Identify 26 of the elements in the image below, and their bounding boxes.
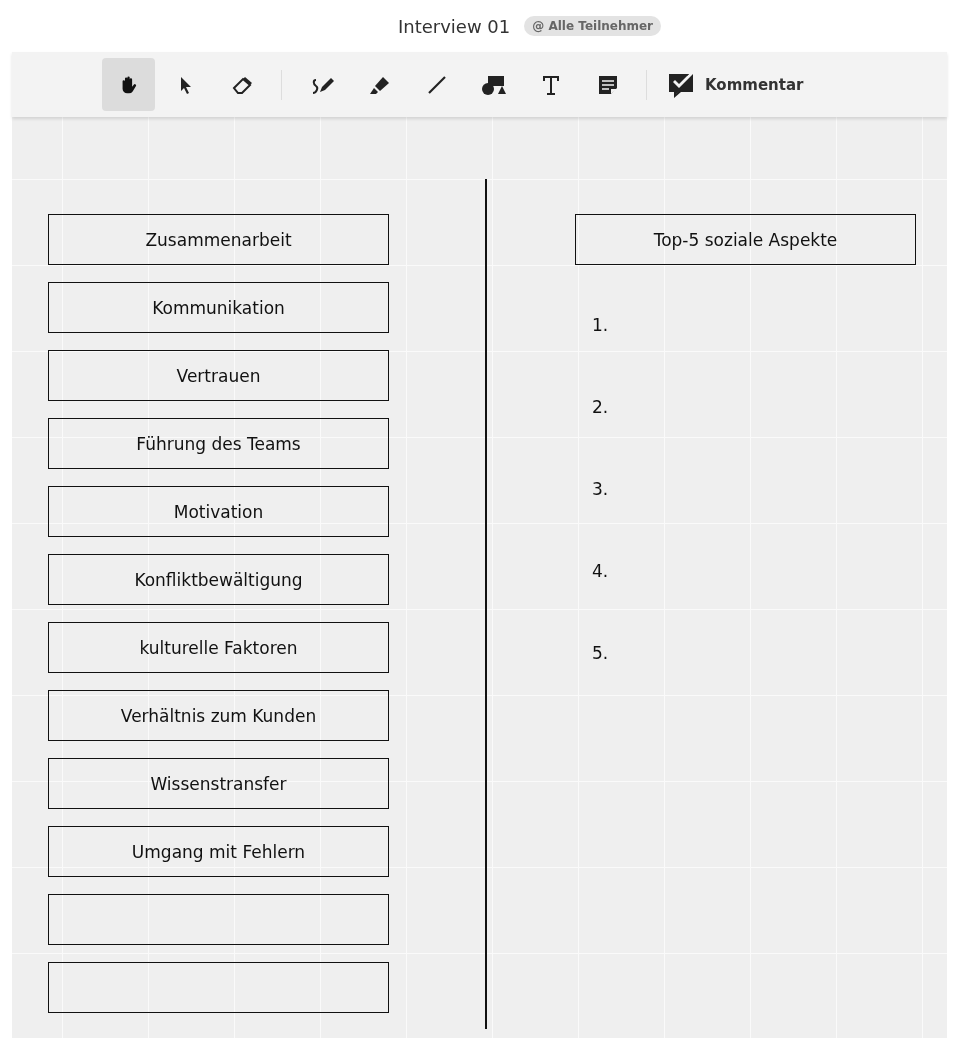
rank-number: 4. [592,561,610,581]
empty-card[interactable] [48,894,389,945]
text-card[interactable]: Kommunikation [48,282,389,333]
text-card[interactable]: Verhältnis zum Kunden [48,690,389,741]
rank-number: 3. [592,479,610,499]
hand-tool-button[interactable] [102,58,155,111]
audience-tag[interactable]: @ Alle Teilnehmer [524,16,662,36]
eraser-icon [231,75,254,94]
text-card[interactable]: Umgang mit Fehlern [48,826,389,877]
text-card[interactable]: Vertrauen [48,350,389,401]
comment-button[interactable]: Kommentar [661,67,810,102]
text-card[interactable]: Konfliktbewältigung [48,554,389,605]
rank-number: 1. [592,315,610,335]
empty-card[interactable] [48,962,389,1013]
text-card[interactable]: Wissenstransfer [48,758,389,809]
rank-number: 2. [592,397,610,417]
text-tool-icon [540,73,561,96]
rank-number: 5. [592,643,610,663]
text-card[interactable]: Zusammenarbeit [48,214,389,265]
text-card[interactable]: kulturelle Faktoren [48,622,389,673]
note-icon [596,73,619,96]
board-title: Interview 01 [397,15,511,37]
text-card[interactable]: Motivation [48,486,389,537]
text-card[interactable]: Führung des Teams [48,418,389,469]
shapes-icon [479,73,508,96]
heading-card[interactable]: Top-5 soziale Aspekte [575,214,916,265]
